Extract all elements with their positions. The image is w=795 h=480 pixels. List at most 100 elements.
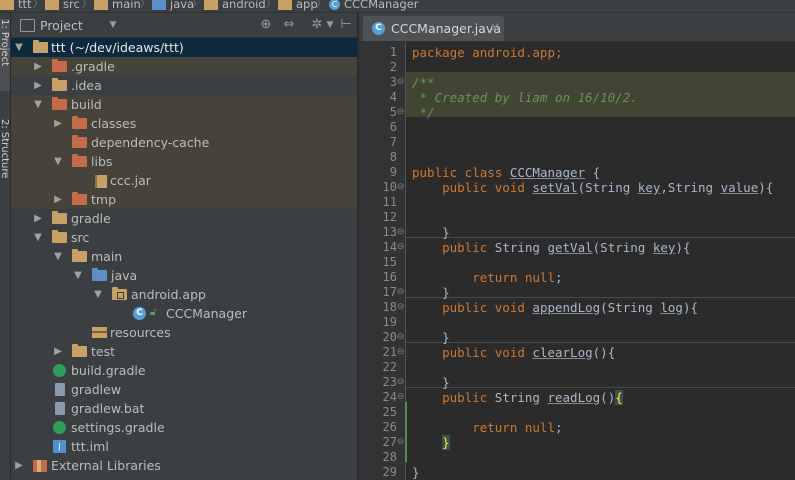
breadcrumb-item-android[interactable]: android [204, 0, 266, 10]
chevron-right-icon[interactable]: ▶ [32, 76, 44, 95]
tree-item-main[interactable]: ▼ main [11, 247, 357, 266]
chevron-down-icon[interactable]: ▼ [52, 152, 64, 171]
breadcrumb-item-ttt[interactable]: ttt [0, 0, 32, 10]
code-area[interactable]: package android.app; /** * Created by li… [405, 42, 795, 480]
tree-item-gradle[interactable]: ▶ gradle [11, 209, 357, 228]
breadcrumb-item-cccmanager[interactable]: C CCCManager [329, 0, 419, 10]
chevron-down-icon[interactable]: ▼ [32, 95, 44, 114]
tree-item-test[interactable]: ▶ test [11, 342, 357, 361]
line-number: 16 [382, 270, 397, 284]
tree-item-ttt[interactable]: ▼ ttt (~/dev/ideaws/ttt) [11, 38, 357, 57]
code-line-23: } [412, 375, 450, 390]
fold-marker-icon[interactable]: ⊖ [396, 228, 405, 237]
editor-tab-cccmanager[interactable]: C CCCManager.java × [363, 16, 504, 41]
keyword-token: return null [412, 420, 555, 435]
code-line-29: } [412, 465, 420, 480]
tree-item-classes[interactable]: ▶ classes [11, 114, 357, 133]
excluded-folder-icon [72, 154, 87, 167]
fold-marker-icon[interactable]: ⊖ [396, 378, 405, 387]
tree-item-settings-gradle[interactable]: settings.gradle [11, 418, 357, 437]
class-icon: C [329, 0, 340, 10]
tree-item-gradle-hidden[interactable]: ▶ .gradle [11, 57, 357, 76]
chevron-down-icon[interactable]: ▼ [322, 17, 338, 33]
tree-item-libs[interactable]: ▼ libs [11, 152, 357, 171]
chevron-down-icon[interactable]: ▼ [72, 266, 84, 285]
chevron-down-icon[interactable]: ▼ [92, 285, 104, 304]
tree-item-ccc-jar[interactable]: ccc.jar [11, 171, 357, 190]
tree-item-label: ttt (~/dev/ideaws/ttt) [51, 40, 184, 55]
tree-item-android-app[interactable]: ▼ android.app [11, 285, 357, 304]
fold-marker-icon[interactable]: ⊖ [396, 288, 405, 297]
structure-tool-tab[interactable]: 2: Structure [0, 119, 10, 199]
fold-marker-icon[interactable]: ⊖ [396, 393, 405, 402]
line-number: 12 [382, 210, 397, 224]
line-number: 7 [389, 135, 397, 149]
line-number: 5 [389, 105, 397, 119]
chevron-down-icon[interactable]: ▼ [13, 38, 25, 57]
chevron-right-icon[interactable]: ▶ [13, 456, 25, 475]
code-line-24: public String readLog(){ [412, 390, 623, 405]
line-number: 27 [382, 435, 397, 449]
fold-marker-icon[interactable]: ⊖ [396, 438, 405, 447]
collapse-all-icon[interactable]: ⇔ [281, 17, 297, 33]
chevron-right-icon[interactable]: ▶ [32, 57, 44, 76]
breadcrumb-separator: 〉 [316, 0, 326, 10]
line-number: 8 [389, 150, 397, 164]
hide-panel-icon[interactable]: ⊢ [338, 17, 354, 33]
breadcrumb-item-src[interactable]: src [45, 0, 80, 10]
tree-item-idea[interactable]: ▶ .idea [11, 76, 357, 95]
fold-marker-icon[interactable]: ⊖ [396, 243, 405, 252]
chevron-right-icon[interactable]: ▶ [52, 342, 64, 361]
tree-item-gradlew-bat[interactable]: gradlew.bat [11, 399, 357, 418]
tree-item-ttt-iml[interactable]: J ttt.iml [11, 437, 357, 456]
code-line-26: return null; [412, 420, 562, 435]
chevron-right-icon[interactable]: ▶ [52, 190, 64, 209]
fold-marker-icon[interactable]: ⊖ [396, 303, 405, 312]
tree-item-src[interactable]: ▼ src [11, 228, 357, 247]
chevron-down-icon[interactable]: ▼ [32, 228, 44, 247]
tree-item-label: CCCManager [166, 306, 247, 321]
breadcrumb-label: ttt [18, 0, 32, 11]
tree-item-dependency-cache[interactable]: dependency-cache [11, 133, 357, 152]
tree-item-label: resources [110, 325, 171, 340]
chevron-right-icon[interactable]: ▶ [52, 114, 64, 133]
chevron-right-icon[interactable]: ▶ [32, 209, 44, 228]
file-icon [55, 402, 65, 415]
class-icon: C [133, 307, 146, 320]
tree-item-java[interactable]: ▼ java [11, 266, 357, 285]
scroll-from-source-icon[interactable]: ⊕ [258, 17, 274, 33]
tree-item-tmp[interactable]: ▶ tmp [11, 190, 357, 209]
project-view-selector[interactable]: Project [40, 18, 83, 33]
project-tool-tab[interactable]: 1: Project [0, 19, 10, 91]
line-number: 23 [382, 375, 397, 389]
fold-marker-icon[interactable]: ⊖ [396, 108, 405, 117]
line-number: 19 [382, 315, 397, 329]
breadcrumb-item-main[interactable]: main [94, 0, 141, 10]
fold-marker-icon[interactable]: ⊖ [396, 183, 405, 192]
editor-tab-label: CCCManager.java [391, 21, 501, 36]
chevron-down-icon[interactable]: ▼ [52, 247, 64, 266]
code-line-18: public void appendLog(String log){ [412, 300, 698, 315]
source-folder-icon [92, 268, 107, 281]
tree-item-build-gradle[interactable]: build.gradle [11, 361, 357, 380]
tree-item-cccmanager[interactable]: C 🔓︎ CCCManager [11, 304, 357, 323]
breadcrumb-label: main [112, 0, 141, 11]
tree-item-resources[interactable]: resources [11, 323, 357, 342]
breadcrumb-item-java[interactable]: java [152, 0, 194, 10]
fold-marker-icon[interactable]: ⊖ [396, 333, 405, 342]
close-icon[interactable]: × [490, 20, 500, 34]
tree-item-build[interactable]: ▼ build [11, 95, 357, 114]
tree-item-gradlew[interactable]: gradlew [11, 380, 357, 399]
chevron-down-icon[interactable]: ▼ [105, 17, 121, 33]
breadcrumb-item-app[interactable]: app [278, 0, 318, 10]
excluded-folder-icon [52, 59, 67, 72]
code-token: ){ [682, 300, 699, 315]
editor-tab-bar: C CCCManager.java × [359, 13, 795, 42]
excluded-folder-icon [72, 135, 87, 148]
matched-brace-token: } [442, 435, 450, 450]
fold-marker-icon[interactable]: ⊖ [396, 78, 405, 87]
tree-item-external-libraries[interactable]: ▶ External Libraries [11, 456, 357, 475]
tree-item-label: test [91, 344, 116, 359]
fold-marker-icon[interactable]: ⊖ [396, 348, 405, 357]
